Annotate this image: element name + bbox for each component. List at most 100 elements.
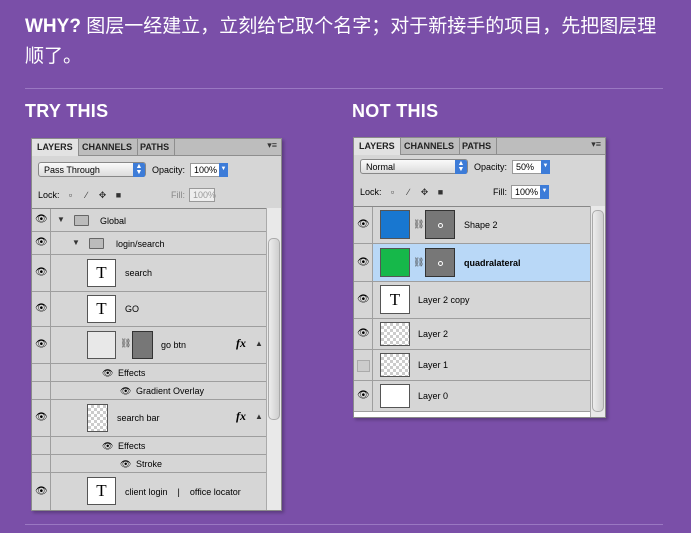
visibility-toggle[interactable]: 👁 (354, 282, 373, 318)
visibility-toggle[interactable] (354, 350, 373, 380)
hidden-visibility-box[interactable] (357, 360, 370, 372)
lock-all-icon[interactable]: ■ (114, 191, 123, 200)
visibility-toggle[interactable] (32, 364, 51, 381)
layer-name: login/search (116, 239, 165, 249)
layer-layer-2-copy[interactable]: 👁 T Layer 2 copy (354, 282, 590, 319)
lock-all-icon[interactable]: ■ (436, 188, 445, 197)
opacity-arrow-icon[interactable]: ▼ (541, 160, 550, 174)
visibility-toggle[interactable]: 👁 (32, 209, 51, 231)
link-chain-icon[interactable]: ⛓ (120, 338, 131, 349)
fill-field[interactable]: 100% (189, 188, 216, 202)
layer-thumbnail (380, 384, 410, 408)
layer-thumbnail (87, 331, 116, 359)
eye-icon[interactable]: 👁 (102, 367, 113, 379)
fill-field[interactable]: 100% ▼ (511, 185, 549, 199)
layer-name: Layer 2 copy (418, 295, 470, 305)
collapse-effects-icon[interactable]: ▲ (255, 412, 263, 421)
tab-layers[interactable]: LAYERS (32, 139, 79, 156)
layer-go[interactable]: 👁 T GO (32, 292, 266, 327)
effect-stroke[interactable]: 👁 Stroke (32, 455, 266, 473)
opacity-field[interactable]: 100% ▼ (190, 163, 228, 177)
layers-panel-not: LAYERS CHANNELS PATHS ▾≡ Normal ▲ ▼ Opaci… (353, 137, 606, 418)
collapse-effects-icon[interactable]: ▲ (255, 339, 263, 348)
eye-icon: 👁 (35, 214, 48, 225)
select-arrows-icon: ▲ ▼ (133, 163, 145, 177)
visibility-toggle[interactable]: 👁 (32, 400, 51, 436)
blend-mode-select[interactable]: Pass Through ▲ ▼ (38, 162, 146, 177)
lock-brush-icon[interactable]: ∕ (404, 188, 413, 197)
visibility-toggle[interactable]: 👁 (354, 244, 373, 281)
visibility-toggle[interactable]: 👁 (32, 232, 51, 254)
blend-mode-select[interactable]: Normal ▲ ▼ (360, 159, 468, 174)
visibility-toggle[interactable]: 👁 (32, 255, 51, 291)
eye-icon[interactable]: 👁 (120, 458, 131, 470)
layer-layer-2[interactable]: 👁 Layer 2 (354, 319, 590, 350)
scrollbar[interactable] (266, 208, 281, 510)
layer-group-global[interactable]: 👁 ▼ Global (32, 209, 266, 232)
lock-move-icon[interactable]: ✥ (420, 188, 429, 197)
heading-not-this: NOT THIS (352, 101, 439, 121)
visibility-toggle[interactable]: 👁 (354, 319, 373, 349)
panel-menu-icon[interactable]: ▾≡ (267, 140, 277, 151)
visibility-toggle[interactable] (32, 382, 51, 399)
visibility-toggle[interactable]: 👁 (32, 473, 51, 510)
effects-row[interactable]: 👁 Effects (32, 437, 266, 455)
effect-name: Gradient Overlay (136, 386, 205, 396)
visibility-toggle[interactable]: 👁 (32, 327, 51, 363)
divider-bottom (25, 524, 663, 525)
fx-icon[interactable]: fx (236, 336, 246, 351)
panel-menu-icon[interactable]: ▾≡ (591, 139, 601, 150)
layer-layer-0[interactable]: 👁 Layer 0 (354, 381, 590, 412)
layer-go-btn[interactable]: 👁 ⛓ go btn fx ▲ (32, 327, 266, 364)
visibility-toggle[interactable]: 👁 (32, 292, 51, 326)
layer-search-bar[interactable]: 👁 search bar fx ▲ (32, 400, 266, 437)
folder-icon (89, 238, 104, 249)
layers-panel-try: LAYERS CHANNELS PATHS ▾≡ Pass Through ▲ ▼… (31, 138, 282, 511)
layer-group-login-search[interactable]: 👁 ▼ login/search (32, 232, 266, 255)
visibility-toggle[interactable]: 👁 (354, 207, 373, 243)
eye-icon[interactable]: 👁 (120, 385, 131, 397)
lock-move-icon[interactable]: ✥ (98, 191, 107, 200)
layer-search[interactable]: 👁 T search (32, 255, 266, 292)
tab-layers[interactable]: LAYERS (354, 138, 401, 155)
layer-shape-2[interactable]: 👁 ⛓ Shape 2 (354, 207, 590, 244)
layer-name: Layer 1 (418, 360, 449, 370)
effects-row[interactable]: 👁 Effects (32, 364, 266, 382)
scrollbar-thumb[interactable] (268, 238, 280, 420)
tab-channels[interactable]: CHANNELS (399, 138, 461, 154)
vector-mask-thumbnail (425, 210, 455, 239)
layer-name: Layer 0 (418, 391, 449, 401)
visibility-toggle[interactable] (32, 455, 51, 472)
scrollbar-thumb[interactable] (592, 210, 604, 412)
expand-triangle-icon[interactable]: ▼ (57, 215, 65, 224)
intro-body: 图层一经建立，立刻给它取个名字；对于新接手的项目，先把图层理顺了。 (25, 16, 657, 67)
visibility-toggle[interactable] (32, 437, 51, 454)
layer-layer-1[interactable]: Layer 1 (354, 350, 590, 381)
scrollbar[interactable] (590, 206, 605, 417)
fill-label: Fill: (493, 187, 507, 197)
tab-channels[interactable]: CHANNELS (77, 139, 139, 155)
lock-label: Lock: (360, 187, 382, 197)
opacity-arrow-icon[interactable]: ▼ (219, 163, 228, 177)
layers-list: 👁 ▼ Global 👁 ▼ login/search 👁 T search 👁… (32, 208, 266, 510)
layer-thumbnail (380, 210, 410, 239)
visibility-toggle[interactable]: 👁 (354, 381, 373, 411)
eye-icon[interactable]: 👁 (102, 440, 113, 452)
lock-transparent-icon[interactable]: ▫ (388, 188, 397, 197)
tab-paths[interactable]: PATHS (135, 139, 176, 155)
vector-mask-thumbnail (132, 331, 153, 359)
lock-transparent-icon[interactable]: ▫ (66, 191, 75, 200)
divider-top (25, 88, 663, 89)
lock-brush-icon[interactable]: ∕ (82, 191, 91, 200)
why-label: WHY? (25, 16, 81, 37)
expand-triangle-icon[interactable]: ▼ (72, 238, 80, 247)
fx-icon[interactable]: fx (236, 409, 246, 424)
fill-arrow-icon[interactable]: ▼ (540, 185, 549, 199)
link-chain-icon[interactable]: ⛓ (413, 219, 424, 230)
effect-gradient-overlay[interactable]: 👁 Gradient Overlay (32, 382, 266, 400)
opacity-field[interactable]: 50% ▼ (512, 160, 550, 174)
tab-paths[interactable]: PATHS (457, 138, 498, 154)
layer-client-login[interactable]: 👁 T client login | office locator (32, 473, 266, 510)
layer-quadralateral-selected[interactable]: 👁 ⛓ quadralateral (354, 244, 590, 282)
link-chain-icon[interactable]: ⛓ (413, 257, 424, 268)
